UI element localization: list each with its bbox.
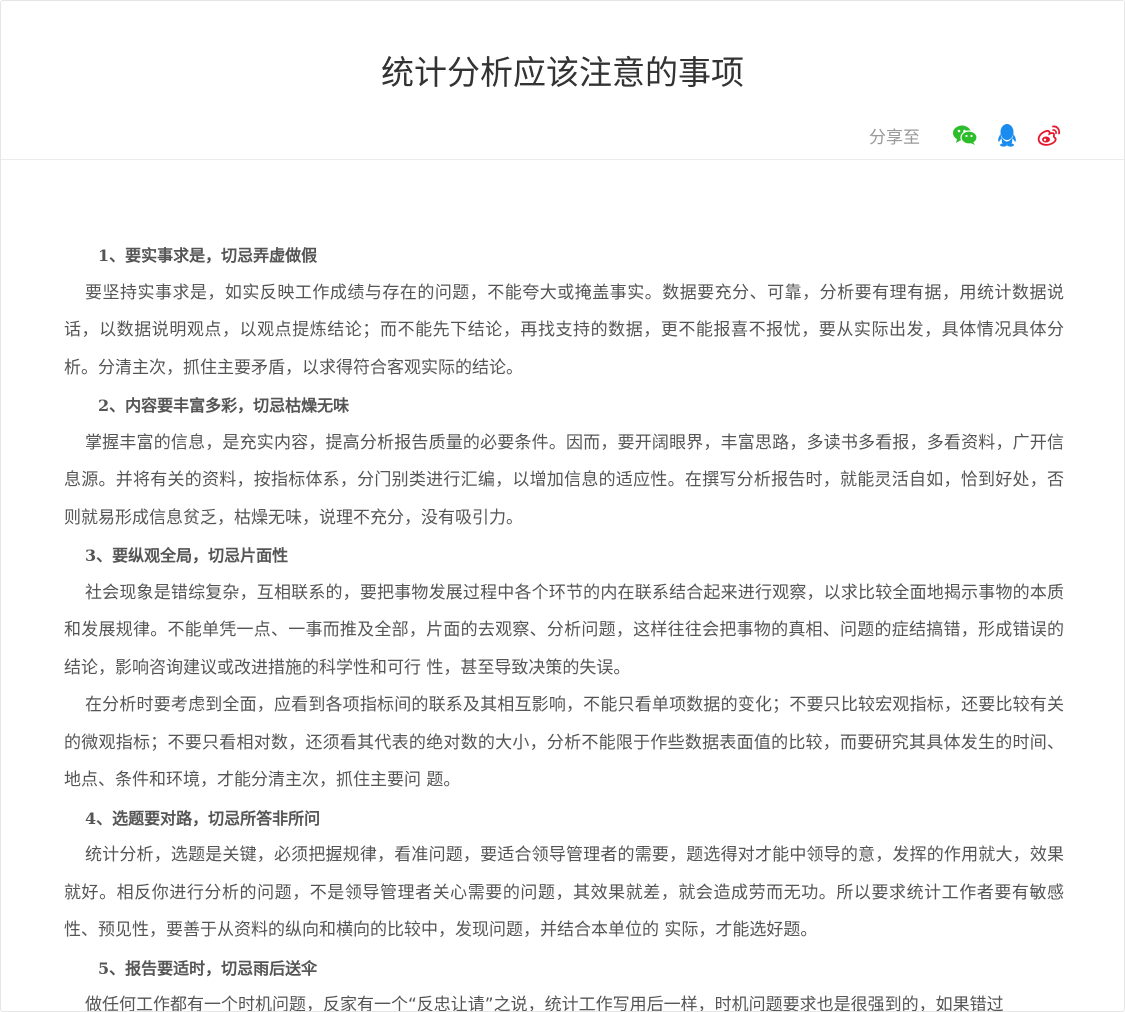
article-title: 统计分析应该注意的事项 [381,53,744,92]
share-label: 分享至 [869,127,920,148]
section-heading-1: 1、要实事求是，切忌弄虚做假 [98,246,318,265]
weibo-icon[interactable] [1036,122,1062,148]
article-body: 1、要实事求是，切忌弄虚做假 要坚持实事求是，如实反映工作成绩与存在的问题，不能… [64,237,1064,1011]
section-heading-3: 3、要纵观全局，切忌片面性 [85,546,289,565]
section-paragraph: 在分析时要考虑到全面，应看到各项指标间的联系及其相互影响，不能只看单项数据的变化… [64,695,1064,790]
section-heading-2: 2、内容要丰富多彩，切忌枯燥无味 [98,396,350,415]
section-heading-4: 4、选题要对路，切忌所答非所问 [85,808,321,828]
section-heading-5: 5、报告要适时，切忌雨后送伞 [98,958,318,978]
section-paragraph: 要坚持实事求是，如实反映工作成绩与存在的问题，不能夸大或掩盖事实。数据要充分、可… [64,282,1064,378]
section-paragraph: 掌握丰富的信息，是充实内容，提高分析报告质量的必要条件。因而，要开阔眼界，丰富思… [64,432,1064,528]
wechat-icon[interactable] [952,122,978,148]
share-bar: 分享至 [869,119,1062,151]
qq-icon[interactable] [994,122,1020,148]
section-paragraph: 统计分析，选题是关键，必须把握规律，看准问题，要适合领导管理者的需要，题选得对才… [64,845,1064,940]
article-header: 统计分析应该注意的事项 分享至 [1,1,1124,160]
article-card: 统计分析应该注意的事项 分享至 1、要实事求是，切忌弄虚做假 要坚持实事求是，如… [0,0,1125,1012]
section-paragraph: 社会现象是错综复杂，互相联系的，要把事物发展过程中各个环节的内在联系结合起来进行… [64,582,1064,678]
